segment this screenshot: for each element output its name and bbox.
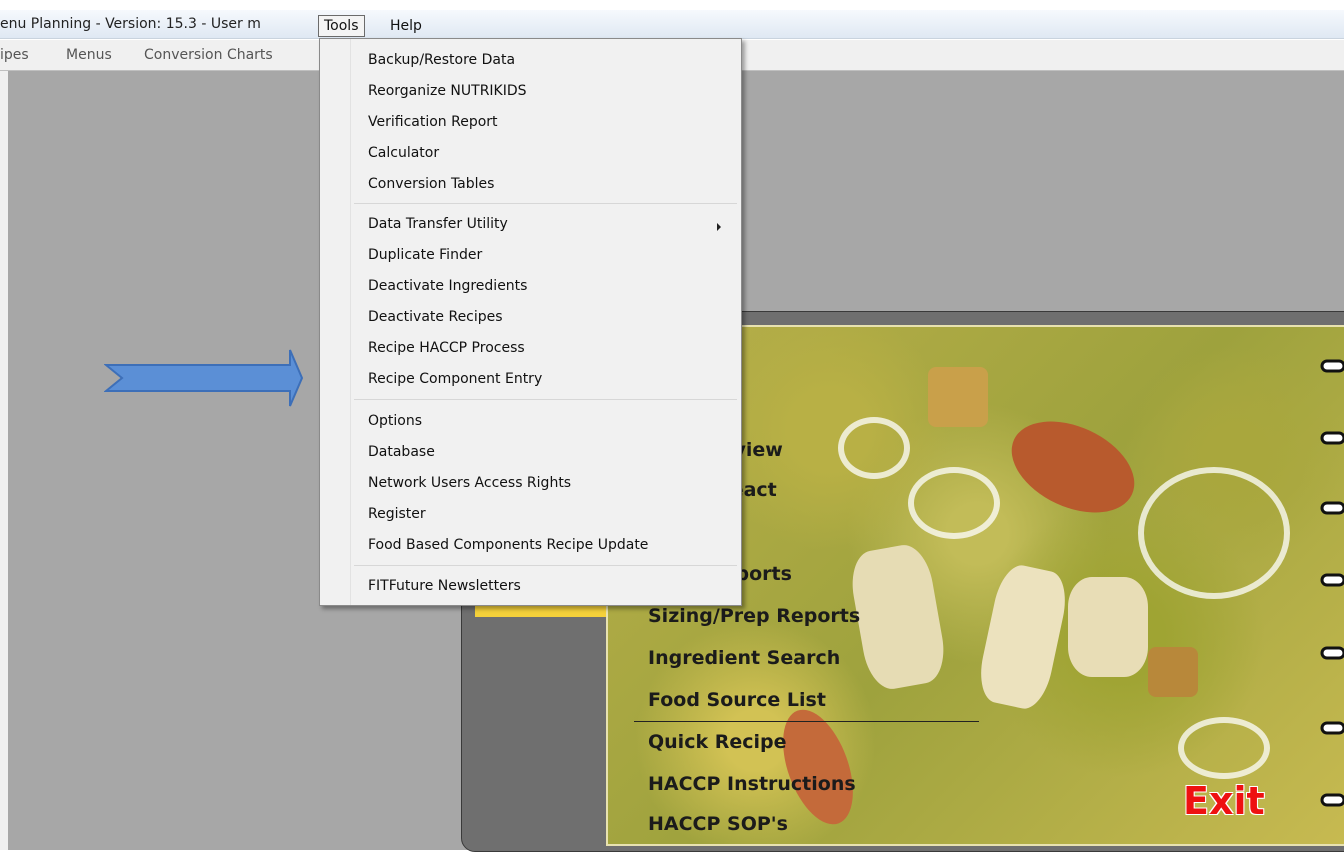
workspace-border [0,71,8,850]
menu-item-network-users-access-rights[interactable]: Network Users Access Rights [368,474,571,492]
menu-item-recipe-component-entry[interactable]: Recipe Component Entry [368,370,542,388]
menu-item-backup-restore[interactable]: Backup/Restore Data [368,51,515,69]
menu-separator [354,565,737,566]
menu-item-database[interactable]: Database [368,443,435,461]
menu-item-conversion-tables[interactable]: Conversion Tables [368,175,494,193]
title-bar: enu Planning - Version: 15.3 - User m [0,10,1344,39]
menu-item-duplicate-finder[interactable]: Duplicate Finder [368,246,482,264]
binder-ring-icon [1318,572,1344,588]
panel-link-haccp-instructions[interactable]: HACCP Instructions [648,773,856,795]
exit-button[interactable]: Exit [1183,779,1265,823]
menu-item-options[interactable]: Options [368,412,422,430]
menu-separator [354,399,737,400]
menu-item-deactivate-recipes[interactable]: Deactivate Recipes [368,308,503,326]
window-title: enu Planning - Version: 15.3 - User m [0,16,261,32]
binder-ring-icon [1318,792,1344,808]
panel-divider [634,721,979,722]
panel-link-quick-recipe[interactable]: Quick Recipe [648,731,786,753]
menu-separator [354,203,737,204]
menu-item-calculator[interactable]: Calculator [368,144,439,162]
binder-ring-icon [1318,645,1344,661]
menu-item-fitfuture-newsletters[interactable]: FITFuture Newsletters [368,577,521,595]
binder-ring-icon [1318,720,1344,736]
menu-item-register[interactable]: Register [368,505,426,523]
panel-link-food-source-list[interactable]: Food Source List [648,689,826,711]
menu-item-food-based-components-recipe-update[interactable]: Food Based Components Recipe Update [368,536,648,554]
pointer-arrow-icon [103,348,304,412]
binder-ring-icon [1318,358,1344,374]
menu-menus[interactable]: Menus [66,47,112,63]
menu-item-reorganize-nutrikids[interactable]: Reorganize NUTRIKIDS [368,82,527,100]
menu-item-deactivate-ingredients[interactable]: Deactivate Ingredients [368,277,527,295]
menu-tools[interactable]: Tools [318,15,365,37]
binder-ring-icon [1318,500,1344,516]
menu-conversion-charts[interactable]: Conversion Charts [144,47,273,63]
binder-ring-icon [1318,430,1344,446]
menu-icon-gutter [320,39,351,605]
tools-dropdown-menu: Backup/Restore Data Reorganize NUTRIKIDS… [319,38,742,606]
submenu-arrow-icon [717,223,721,231]
panel-link-ingredient-search[interactable]: Ingredient Search [648,647,840,669]
panel-link-sizing-prep-reports[interactable]: Sizing/Prep Reports [648,605,860,627]
menu-item-data-transfer-utility[interactable]: Data Transfer Utility [368,215,508,233]
menu-recipes[interactable]: ipes [0,47,29,63]
menu-item-recipe-haccp-process[interactable]: Recipe HACCP Process [368,339,525,357]
panel-link-haccp-sops[interactable]: HACCP SOP's [648,813,788,835]
menu-help[interactable]: Help [390,16,422,36]
menu-item-verification-report[interactable]: Verification Report [368,113,498,131]
